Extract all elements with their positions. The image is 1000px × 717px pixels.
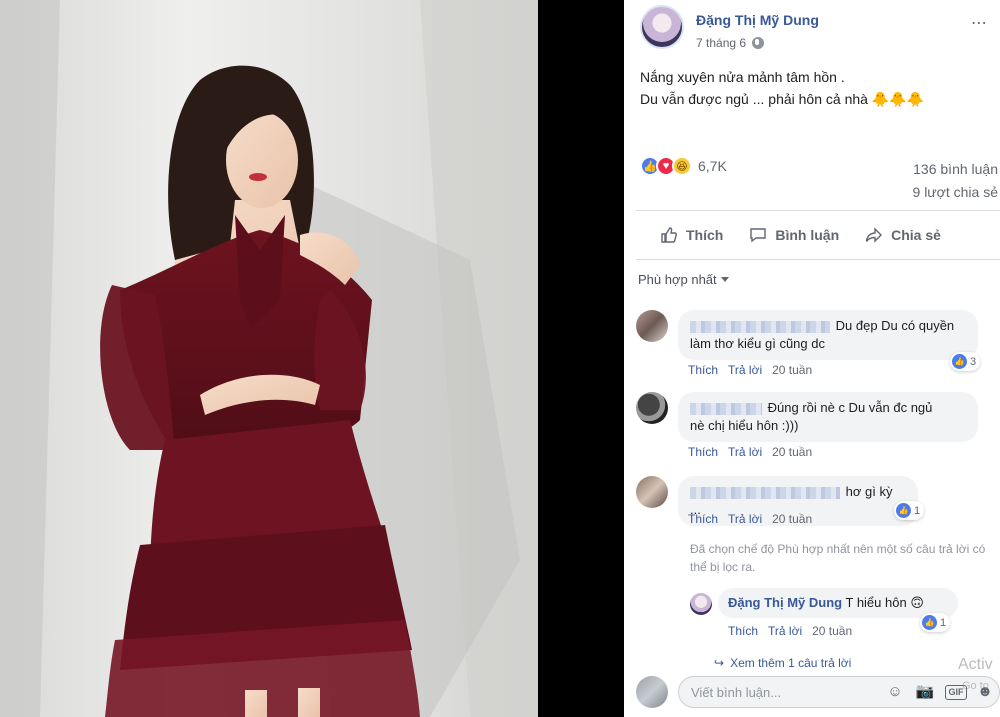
post-header: Đặng Thị Mỹ Dung 7 tháng 6 ⋯	[640, 5, 990, 51]
comment-reactions[interactable]: 👍 3	[950, 352, 981, 371]
comment-button-label: Bình luận	[775, 227, 840, 243]
see-more-label: Xem thêm 1 câu trả lời	[730, 656, 852, 670]
comment-like-count: 1	[914, 504, 921, 517]
comment-composer: ☺ 📷 GIF ☻	[636, 672, 1000, 712]
filter-note: Đã chọn chế độ Phù hợp nhất nên một số c…	[690, 542, 986, 574]
post-text-line2-body: Du vẫn được ngủ ... phải hôn cả nhà	[640, 91, 868, 107]
commenter-avatar[interactable]	[636, 392, 668, 424]
comment-like-link[interactable]: Thích	[688, 512, 718, 526]
reply-author-name[interactable]: Đặng Thị Mỹ Dung	[728, 595, 842, 610]
reply-like-link[interactable]: Thích	[728, 624, 758, 638]
comment-text-2: nè chị hiểu hôn :)))	[690, 418, 799, 433]
author-avatar[interactable]	[640, 5, 684, 49]
comment-reply-link[interactable]: Trả lời	[728, 445, 762, 459]
comment-bubble: Đúng rồi nè c Du vẫn đc ngủ nè chị hiểu …	[678, 392, 978, 442]
comment-button[interactable]: Bình luận	[749, 226, 839, 244]
post-meta: 7 tháng 6	[696, 36, 765, 50]
comment-item: hơ gì kỳ ... 👍 1 Thích Trả lời 20 tuần	[636, 476, 1000, 532]
reply-actions: Thích Trả lời 20 tuần	[728, 624, 852, 638]
comment-text-2: làm thơ kiểu gì cũng dc	[690, 336, 825, 351]
sort-label: Phù hợp nhất	[638, 272, 717, 287]
post-photo[interactable]	[0, 0, 624, 717]
viewer-avatar	[636, 676, 668, 708]
see-more-replies[interactable]: ↪ Xem thêm 1 câu trả lời	[714, 656, 851, 670]
post-date[interactable]: 7 tháng 6	[696, 36, 746, 50]
like-reaction-icon: 👍	[952, 354, 967, 369]
post-actions: Thích Bình luận Chia sẻ	[636, 210, 1000, 260]
upside-down-emoji-icon: 🙃	[910, 595, 924, 610]
comment-text-1: Đúng rồi nè c Du vẫn đc ngủ	[767, 400, 933, 415]
caret-down-icon	[720, 277, 729, 282]
commenter-avatar[interactable]	[636, 310, 668, 342]
sort-dropdown[interactable]: Phù hợp nhất	[638, 272, 729, 287]
author-name[interactable]: Đặng Thị Mỹ Dung	[696, 12, 819, 28]
post-text-line2: Du vẫn được ngủ ... phải hôn cả nhà 🐥🐥🐥	[640, 88, 990, 110]
more-options-icon[interactable]: ⋯	[971, 13, 988, 33]
comment-actions: Thích Trả lời 20 tuần	[688, 363, 812, 377]
reply-time[interactable]: 20 tuần	[812, 624, 852, 638]
reaction-count: 6,7K	[698, 158, 727, 174]
haha-reaction-icon: 😆	[672, 156, 692, 176]
share-button[interactable]: Chia sẻ	[865, 226, 941, 244]
comment-text-1: Du đẹp Du có quyền	[835, 318, 955, 333]
comment-like-link[interactable]: Thích	[688, 363, 718, 377]
commenter-name-blurred[interactable]	[690, 402, 762, 415]
comment-item: Đúng rồi nè c Du vẫn đc ngủ nè chị hiểu …	[636, 392, 1000, 462]
like-reaction-icon: 👍	[896, 503, 911, 518]
reply-reply-link[interactable]: Trả lời	[768, 624, 802, 638]
thumbs-up-icon	[661, 227, 677, 243]
post-panel: Đặng Thị Mỹ Dung 7 tháng 6 ⋯ Nắng xuyên …	[624, 0, 1000, 717]
reaction-summary[interactable]: 👍 ♥ 😆 6,7K	[640, 156, 727, 176]
comment-actions: Thích Trả lời 20 tuần	[688, 445, 812, 459]
activation-watermark-sub: Go to	[962, 680, 989, 692]
reply-author-avatar[interactable]	[690, 593, 712, 615]
like-reaction-icon: 👍	[922, 615, 937, 630]
reply-arrow-icon: ↪	[714, 656, 725, 670]
commenter-name-blurred[interactable]	[690, 320, 830, 333]
comment-icon	[750, 228, 767, 243]
commenter-name-blurred[interactable]	[690, 486, 840, 499]
comment-item: Du đẹp Du có quyền làm thơ kiểu gì cũng …	[636, 310, 1000, 380]
comment-count[interactable]: 136 bình luận	[913, 158, 998, 181]
post-text: Nắng xuyên nửa mảnh tâm hồn . Du vẫn đượ…	[640, 66, 990, 110]
reply-bubble: Đặng Thị Mỹ Dung T hiểu hôn 🙃	[718, 588, 958, 618]
commenter-avatar[interactable]	[636, 476, 668, 508]
post-text-line1: Nắng xuyên nửa mảnh tâm hồn .	[640, 69, 845, 85]
comment-input[interactable]	[691, 677, 861, 707]
comment-like-count: 3	[970, 355, 977, 368]
activation-watermark: Activ	[958, 656, 993, 673]
reply-text: T hiểu hôn	[845, 595, 907, 610]
share-count[interactable]: 9 lượt chia sẻ	[913, 181, 998, 204]
comment-input-box[interactable]: ☺ 📷 GIF ☻	[678, 676, 1000, 708]
reply-like-count: 1	[940, 616, 947, 629]
camera-icon[interactable]: 📷	[915, 683, 935, 701]
emoji-icon[interactable]: ☺	[885, 683, 905, 701]
comment-bubble: Du đẹp Du có quyền làm thơ kiểu gì cũng …	[678, 310, 978, 360]
comment-reply-link[interactable]: Trả lời	[728, 512, 762, 526]
comment-time[interactable]: 20 tuần	[772, 363, 812, 377]
comment-actions: Thích Trả lời 20 tuần	[688, 512, 812, 526]
share-icon	[865, 227, 883, 243]
like-button-label: Thích	[686, 227, 724, 243]
reply-item: Đặng Thị Mỹ Dung T hiểu hôn 🙃 👍 1 Thích …	[690, 588, 990, 644]
chick-emoji-icon: 🐥🐥🐥	[871, 91, 925, 107]
like-button[interactable]: Thích	[660, 226, 723, 244]
comment-reactions[interactable]: 👍 1	[894, 501, 925, 520]
reply-reactions[interactable]: 👍 1	[920, 613, 951, 632]
comment-like-link[interactable]: Thích	[688, 445, 718, 459]
globe-icon	[752, 37, 765, 49]
comment-reply-link[interactable]: Trả lời	[728, 363, 762, 377]
comment-time[interactable]: 20 tuần	[772, 445, 812, 459]
photo-image	[0, 0, 624, 717]
share-button-label: Chia sẻ	[891, 227, 941, 243]
comment-time[interactable]: 20 tuần	[772, 512, 812, 526]
post-stats: 136 bình luận 9 lượt chia sẻ	[913, 158, 998, 204]
